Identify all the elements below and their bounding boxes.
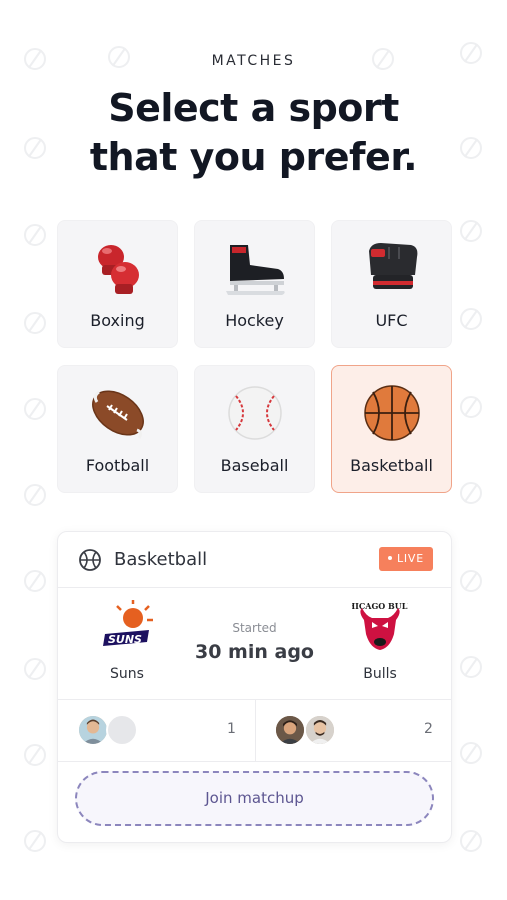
basketball-outline-icon [79, 549, 101, 571]
sport-tile-boxing[interactable]: Boxing [57, 220, 178, 348]
football-icon [91, 390, 144, 439]
hockey-skate-icon [225, 245, 285, 295]
section-eyebrow: MATCHES [211, 53, 296, 69]
home-players-count: 1 [227, 721, 236, 737]
sport-label: Baseball [220, 456, 289, 475]
page-title: Select a sport that you prefer. [0, 84, 507, 182]
sport-tile-ufc[interactable]: UFC [331, 220, 452, 348]
away-team-name: Bulls [363, 666, 397, 682]
sport-grid: Boxing Hockey UFC Football Baseball Bask… [57, 220, 453, 493]
avatar[interactable] [274, 714, 306, 746]
svg-text:CHICAGO BULLS: CHICAGO BULLS [352, 601, 408, 611]
basketball-icon [363, 385, 420, 441]
bulls-logo: CHICAGO BULLS [352, 601, 408, 650]
sport-label: Boxing [90, 311, 145, 330]
live-badge-label: LIVE [396, 552, 424, 565]
avatar[interactable] [304, 714, 336, 746]
away-team[interactable]: CHICAGO BULLS Bulls [335, 600, 425, 682]
person-icon [306, 716, 334, 744]
sport-tile-basketball[interactable]: Basketball [331, 365, 452, 493]
live-badge: LIVE [378, 547, 433, 571]
baseball-icon [227, 386, 282, 440]
join-matchup-button[interactable]: Join matchup [75, 771, 434, 826]
sport-label: Hockey [225, 311, 284, 330]
person-icon [276, 716, 304, 744]
avatar[interactable] [77, 714, 109, 746]
sport-tile-baseball[interactable]: Baseball [194, 365, 315, 493]
live-dot-icon [387, 556, 392, 560]
away-players-count: 2 [424, 721, 433, 737]
person-icon [79, 716, 107, 744]
home-team-name: Suns [110, 666, 144, 682]
avatar-empty-slot[interactable] [106, 714, 138, 746]
sport-label: Basketball [350, 456, 433, 475]
match-card: Basketball LIVE SUNS Suns Started 30 min… [57, 531, 452, 843]
match-sport-name: Basketball [114, 549, 208, 570]
matchup-row: SUNS Suns Started 30 min ago CHICAGO BUL… [58, 588, 451, 700]
boxing-gloves-icon [97, 245, 139, 294]
sport-tile-hockey[interactable]: Hockey [194, 220, 315, 348]
page-title-line-1: Select a sport [108, 86, 399, 130]
page-title-line-2: that you prefer. [89, 135, 418, 179]
sport-label: Football [85, 456, 150, 475]
mma-glove-icon [368, 243, 417, 289]
sport-tile-football[interactable]: Football [57, 365, 178, 493]
players-divider [255, 700, 256, 761]
players-row: 1 2 [58, 700, 451, 762]
sport-label: UFC [375, 311, 408, 330]
match-card-header: Basketball LIVE [58, 532, 451, 588]
